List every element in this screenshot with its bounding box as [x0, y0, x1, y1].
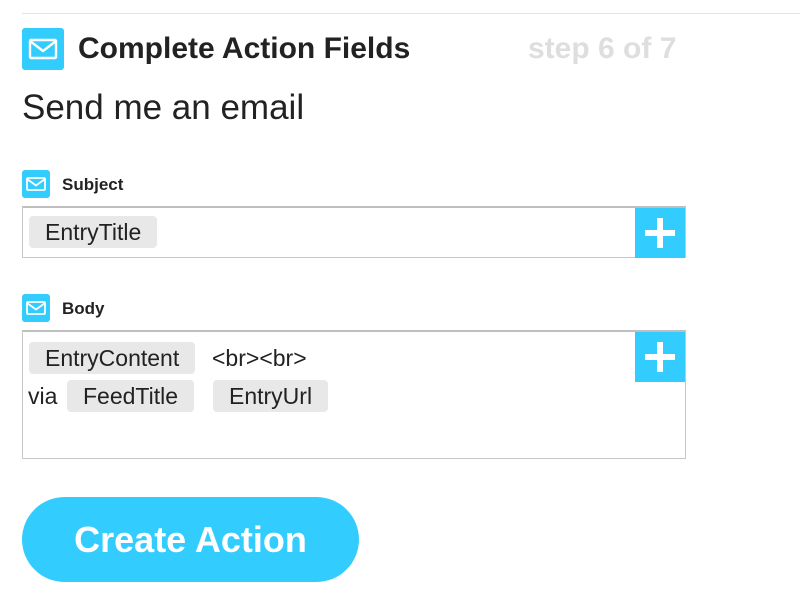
body-via-text: via [28, 383, 58, 409]
mail-icon [22, 170, 50, 198]
ingredient-token-entryurl[interactable]: EntryUrl [213, 380, 329, 412]
page-title: Complete Action Fields [78, 32, 411, 65]
ingredient-token-entrytitle[interactable]: EntryTitle [29, 216, 158, 248]
subject-label: Subject [22, 170, 422, 198]
add-ingredient-button[interactable] [635, 208, 685, 258]
mail-icon [22, 28, 64, 70]
subject-label-text: Subject [62, 175, 124, 194]
page-header: Complete Action Fields step 6 of 7 [22, 28, 782, 70]
ingredient-token-entrycontent[interactable]: EntryContent [29, 342, 196, 374]
action-name: Send me an email [22, 88, 305, 127]
create-action-button[interactable]: Create Action [22, 497, 359, 582]
top-divider [22, 13, 800, 14]
step-indicator: step 6 of 7 [528, 32, 677, 65]
body-literal-text: <br><br> [212, 345, 307, 371]
ingredient-token-feedtitle[interactable]: FeedTitle [67, 380, 195, 412]
subject-field[interactable]: EntryTitle [22, 206, 686, 258]
plus-icon [645, 218, 675, 248]
mail-icon [22, 294, 50, 322]
plus-icon [645, 342, 675, 372]
add-ingredient-button[interactable] [635, 332, 685, 382]
body-label-text: Body [62, 299, 105, 318]
body-field[interactable]: EntryContent <br><br> via FeedTitle Entr… [22, 330, 686, 459]
body-label: Body [22, 294, 422, 322]
